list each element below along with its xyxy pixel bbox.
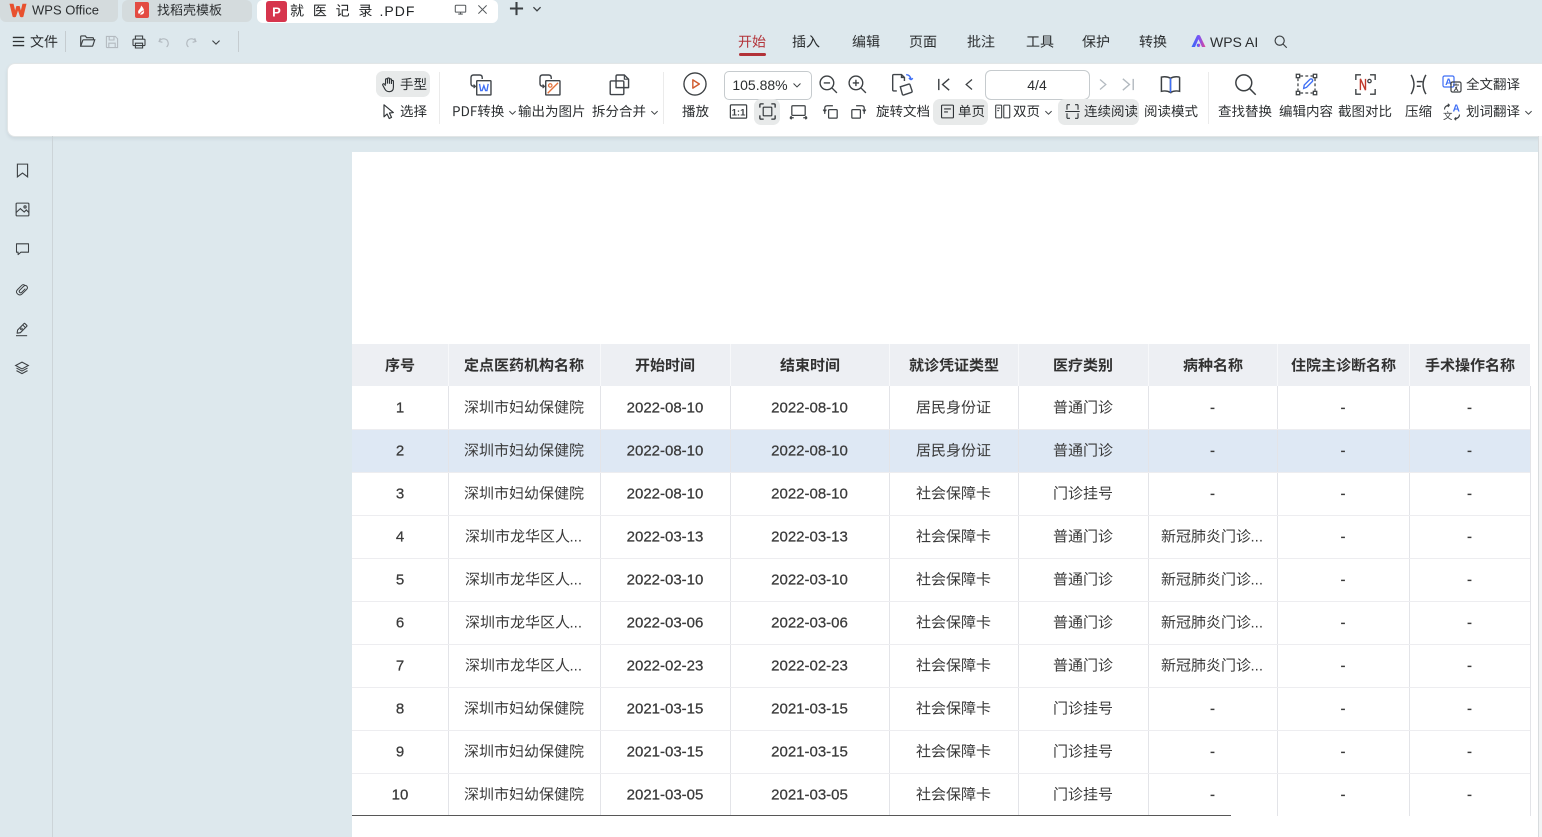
- svg-text:P: P: [272, 5, 281, 20]
- svg-text:1:1: 1:1: [731, 107, 745, 118]
